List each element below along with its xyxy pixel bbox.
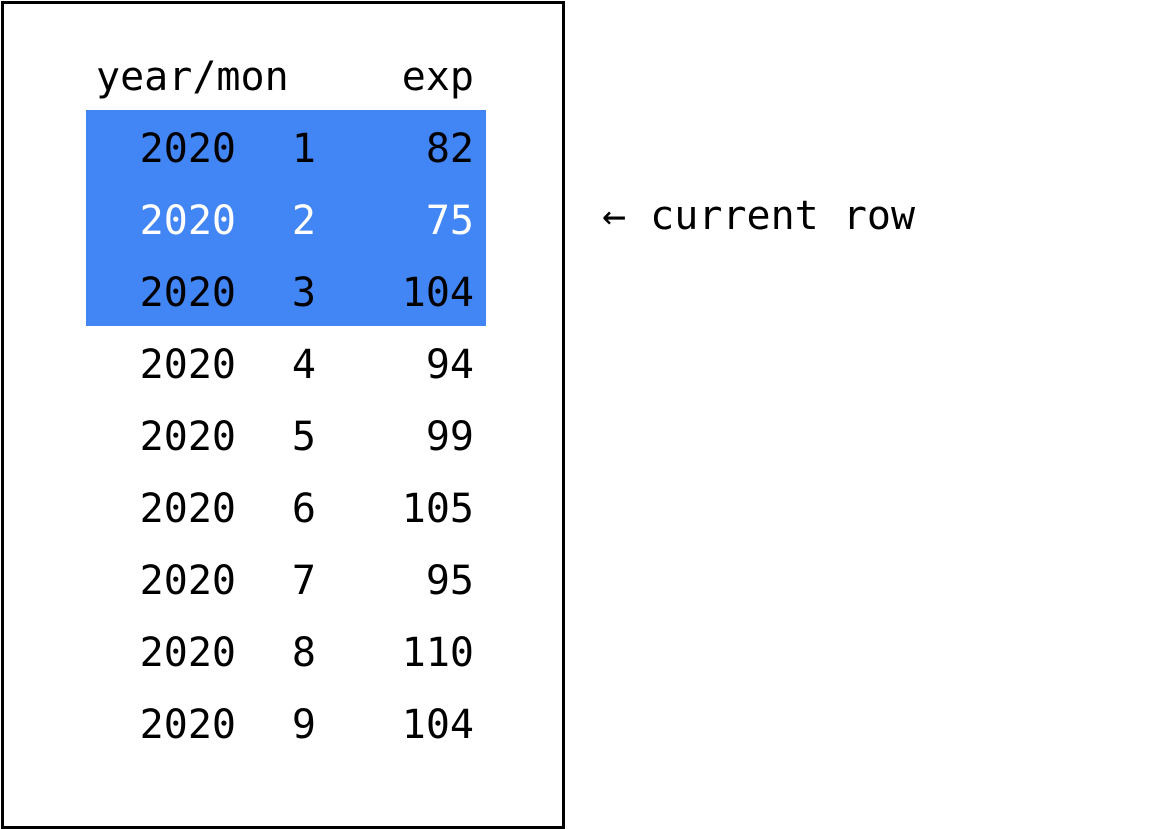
cell-year: 2020 [139,414,236,460]
cell-exp: 75 [425,198,474,244]
cell-year: 2020 [139,486,236,532]
cell-year: 2020 [139,558,236,604]
cell-year: 2020 [139,270,236,316]
cell-mon: 5 [291,414,316,460]
cell-mon: 2 [291,198,316,244]
cell-exp: 82 [425,126,474,172]
cell-exp: 105 [401,486,474,532]
cell-year: 2020 [139,702,236,748]
cell-mon: 9 [291,702,316,748]
cell-exp: 104 [401,270,474,316]
cell-exp: 95 [425,558,474,604]
cell-year: 2020 [139,126,236,172]
cell-mon: 6 [291,486,316,532]
cell-mon: 1 [291,126,316,172]
cell-mon: 3 [291,270,316,316]
cell-exp: 104 [401,702,474,748]
cell-mon: 4 [291,342,316,388]
cell-mon: 7 [291,558,316,604]
cell-year: 2020 [139,198,236,244]
table-frame: year/mon exp 2020 1 82 2020 2 75 2020 3 … [1,1,565,829]
cell-exp: 110 [401,630,474,676]
cell-year: 2020 [139,342,236,388]
header-exp: exp [401,54,474,100]
header-year-mon: year/mon [96,54,289,100]
cell-exp: 94 [425,342,474,388]
cell-mon: 8 [291,630,316,676]
cell-year: 2020 [139,630,236,676]
current-row-annotation: ← current row [602,193,916,239]
cell-exp: 99 [425,414,474,460]
